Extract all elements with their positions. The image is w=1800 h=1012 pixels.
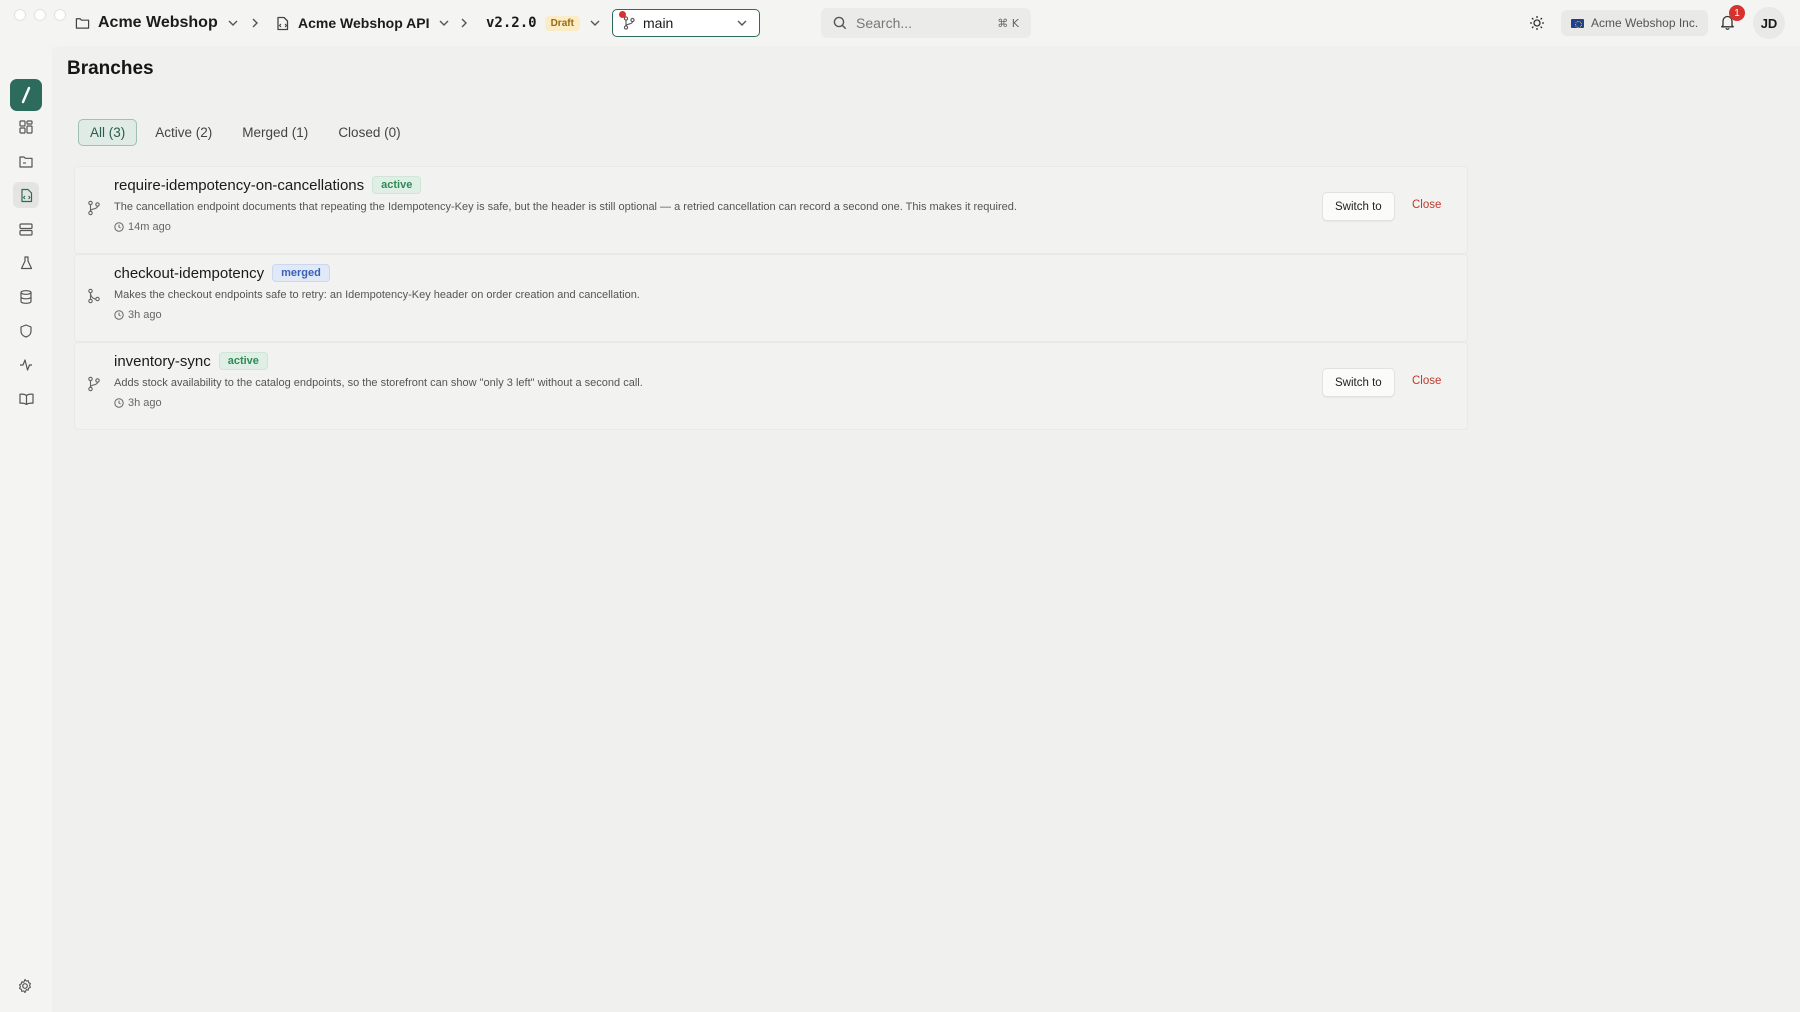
notifications-button[interactable]: 1 xyxy=(1716,5,1745,33)
branch-list: require-idempotency-on-cancellations act… xyxy=(74,166,1468,430)
sidebar-item-monitoring[interactable] xyxy=(13,352,39,378)
workspace-selector[interactable]: Acme Webshop xyxy=(75,0,240,46)
branch-name[interactable]: require-idempotency-on-cancellations xyxy=(114,177,364,194)
dashboard-icon xyxy=(19,120,33,134)
app-logo[interactable] xyxy=(10,79,42,111)
chevron-down-icon xyxy=(437,16,451,30)
sidebar-item-database[interactable] xyxy=(13,284,39,310)
window-controls xyxy=(14,9,66,21)
folder-icon xyxy=(19,155,33,168)
unsaved-indicator xyxy=(619,11,626,18)
top-bar: Acme Webshop Acme Webshop API v2.2.0 Dra… xyxy=(0,0,1800,46)
branch-filter-tabs: All (3) Active (2) Merged (1) Closed (0) xyxy=(78,119,413,146)
branch-timestamp: 3h ago xyxy=(114,397,162,409)
tab-merged[interactable]: Merged (1) xyxy=(230,119,320,146)
sidebar-item-files[interactable] xyxy=(13,148,39,174)
shield-icon xyxy=(20,324,32,338)
branch-timestamp: 14m ago xyxy=(114,221,171,233)
search-placeholder: Search... xyxy=(856,15,913,31)
clock-icon xyxy=(114,398,124,408)
page-title: Branches xyxy=(67,58,154,79)
organization-name: Acme Webshop Inc. xyxy=(1591,16,1699,30)
time-label: 3h ago xyxy=(128,397,162,409)
sidebar-item-dashboard[interactable] xyxy=(13,114,39,140)
status-badge: active xyxy=(218,352,268,370)
branch-description: The cancellation endpoint documents that… xyxy=(114,201,1017,213)
organization-switcher[interactable]: Acme Webshop Inc. xyxy=(1561,10,1709,36)
flask-icon xyxy=(20,256,33,270)
window-close-button[interactable] xyxy=(14,9,26,21)
time-label: 3h ago xyxy=(128,309,162,321)
clock-icon xyxy=(114,310,124,320)
sidebar-item-tests[interactable] xyxy=(13,250,39,276)
api-selector[interactable]: Acme Webshop API xyxy=(276,0,451,46)
branch-row: require-idempotency-on-cancellations act… xyxy=(74,166,1468,254)
branch-selector[interactable]: main xyxy=(612,9,760,37)
git-branch-icon xyxy=(623,16,635,30)
close-branch-button[interactable]: Close xyxy=(1412,375,1441,387)
main-content: Branches All (3) Active (2) Merged (1) C… xyxy=(52,46,1800,1012)
sidebar-item-security[interactable] xyxy=(13,318,39,344)
sidebar xyxy=(0,46,52,1012)
version-selector[interactable]: v2.2.0 Draft xyxy=(486,0,602,46)
git-merge-icon xyxy=(87,288,103,304)
status-badge: merged xyxy=(272,264,330,282)
sun-icon xyxy=(1529,15,1545,31)
search-shortcut: ⌘ K xyxy=(997,16,1019,30)
server-icon xyxy=(19,222,33,236)
current-branch-label: main xyxy=(643,15,674,31)
branch-name[interactable]: checkout-idempotency xyxy=(114,265,264,282)
window-maximize-button[interactable] xyxy=(54,9,66,21)
branch-row: checkout-idempotency merged Makes the ch… xyxy=(74,254,1468,342)
theme-toggle-button[interactable] xyxy=(1526,12,1548,34)
chevron-down-icon xyxy=(226,16,240,30)
notification-count-badge: 1 xyxy=(1729,5,1745,21)
activity-icon xyxy=(19,359,33,371)
search-box[interactable]: Search... ⌘ K xyxy=(821,8,1031,38)
workspace-name: Acme Webshop xyxy=(98,14,218,31)
git-branch-icon xyxy=(87,376,103,392)
sidebar-item-docs[interactable] xyxy=(13,386,39,412)
tab-active[interactable]: Active (2) xyxy=(143,119,224,146)
tab-closed[interactable]: Closed (0) xyxy=(326,119,412,146)
api-name: Acme Webshop API xyxy=(298,15,430,31)
settings-icon[interactable] xyxy=(17,978,35,996)
sidebar-item-servers[interactable] xyxy=(13,216,39,242)
branch-row: inventory-sync active Adds stock availab… xyxy=(74,342,1468,430)
book-icon xyxy=(18,393,34,405)
branch-timestamp: 3h ago xyxy=(114,309,162,321)
version-status-badge: Draft xyxy=(544,15,580,31)
api-file-icon xyxy=(276,16,290,31)
branch-description: Adds stock availability to the catalog e… xyxy=(114,377,643,389)
database-icon xyxy=(20,290,32,304)
time-label: 14m ago xyxy=(128,221,171,233)
sidebar-item-branches[interactable] xyxy=(13,182,39,208)
version-label: v2.2.0 xyxy=(486,15,537,31)
chevron-right-icon xyxy=(248,16,262,30)
search-icon xyxy=(833,16,847,30)
folder-icon xyxy=(75,16,90,30)
clock-icon xyxy=(114,222,124,232)
branch-description: Makes the checkout endpoints safe to ret… xyxy=(114,289,640,301)
user-avatar[interactable]: JD xyxy=(1753,7,1785,39)
git-branch-icon xyxy=(87,200,103,216)
chevron-down-icon xyxy=(588,16,602,30)
window-minimize-button[interactable] xyxy=(34,9,46,21)
status-badge: active xyxy=(372,176,422,194)
close-branch-button[interactable]: Close xyxy=(1412,199,1441,211)
branches-icon xyxy=(20,188,33,203)
chevron-right-icon xyxy=(457,16,471,30)
eu-flag-icon xyxy=(1571,18,1584,28)
chevron-down-icon xyxy=(735,16,749,30)
branch-name[interactable]: inventory-sync xyxy=(114,353,211,370)
switch-to-button[interactable]: Switch to xyxy=(1322,368,1395,397)
switch-to-button[interactable]: Switch to xyxy=(1322,192,1395,221)
tab-all[interactable]: All (3) xyxy=(78,119,138,146)
